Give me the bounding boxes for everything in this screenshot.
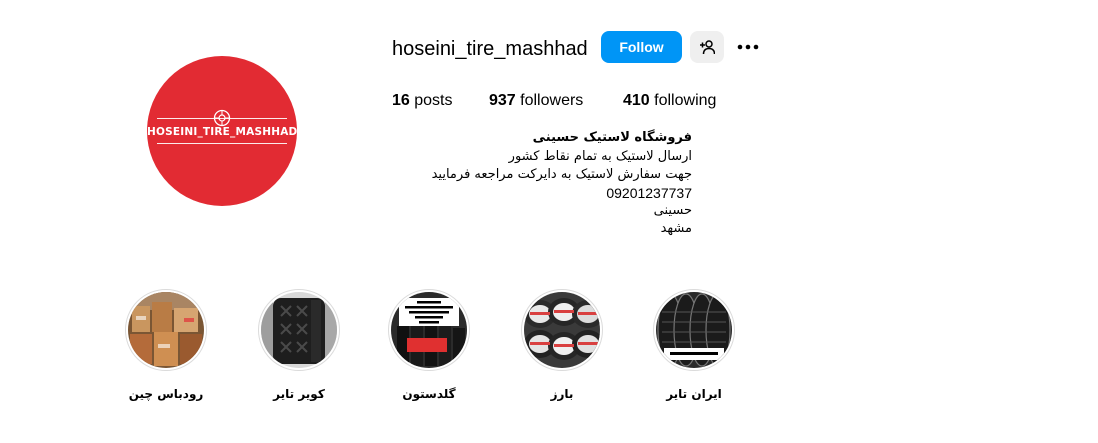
highlight-item[interactable]: بارز <box>520 289 604 401</box>
highlight-item[interactable]: ایران تایر <box>652 289 736 401</box>
highlight-ring <box>521 289 603 371</box>
highlight-item[interactable]: رودباس چین <box>124 289 208 401</box>
avatar-logo-text: HOSEINI_TIRE_MASHHAD <box>147 126 297 138</box>
highlight-label: ایران تایر <box>666 387 722 401</box>
logo-divider <box>157 118 287 119</box>
follow-button[interactable]: Follow <box>601 31 682 63</box>
bio-name: فروشگاه لاستیک حسینی <box>532 130 692 145</box>
highlight-cover <box>128 292 204 368</box>
person-add-icon <box>700 40 715 55</box>
highlight-ring <box>388 289 470 371</box>
bio-line: ارسال لاستیک به تمام نقاط کشور <box>508 149 692 164</box>
highlight-label: بارز <box>550 387 574 401</box>
highlight-label: رودباس چین <box>128 387 204 401</box>
following-stat[interactable]: 410 following <box>623 92 716 110</box>
highlight-label: کویر تایر <box>273 387 325 401</box>
following-count: 410 <box>623 92 650 109</box>
bio-phone: 09201237737 <box>606 185 692 201</box>
highlight-cover <box>391 292 467 368</box>
more-options-button[interactable] <box>735 33 761 61</box>
followers-count: 937 <box>489 92 516 109</box>
posts-count: 16 <box>392 92 410 109</box>
highlight-cover <box>524 292 600 368</box>
highlight-cover <box>656 292 732 368</box>
highlight-ring <box>258 289 340 371</box>
logo-divider <box>157 143 287 144</box>
highlight-label: گلدستون <box>402 387 456 401</box>
posts-label: posts <box>414 92 453 109</box>
highlight-item[interactable]: گلدستون <box>387 289 471 401</box>
profile-username: hoseini_tire_mashhad <box>392 38 588 60</box>
highlight-cover <box>261 292 337 368</box>
highlight-ring <box>653 289 735 371</box>
bio-line: مشهد <box>660 221 692 236</box>
followers-stat[interactable]: 937 followers <box>489 92 583 110</box>
bio-line: جهت سفارش لاستیک به دایرکت مراجعه فرمایی… <box>431 167 692 182</box>
highlight-item[interactable]: کویر تایر <box>257 289 341 401</box>
followers-label: followers <box>520 92 584 109</box>
bio-line: حسینی <box>653 203 692 218</box>
profile-avatar[interactable]: HOSEINI_TIRE_MASHHAD <box>147 56 297 206</box>
more-options-icon <box>737 44 759 50</box>
posts-stat: 16 posts <box>392 92 453 110</box>
following-label: following <box>654 92 717 109</box>
suggested-accounts-button[interactable] <box>690 31 724 63</box>
highlight-ring <box>125 289 207 371</box>
